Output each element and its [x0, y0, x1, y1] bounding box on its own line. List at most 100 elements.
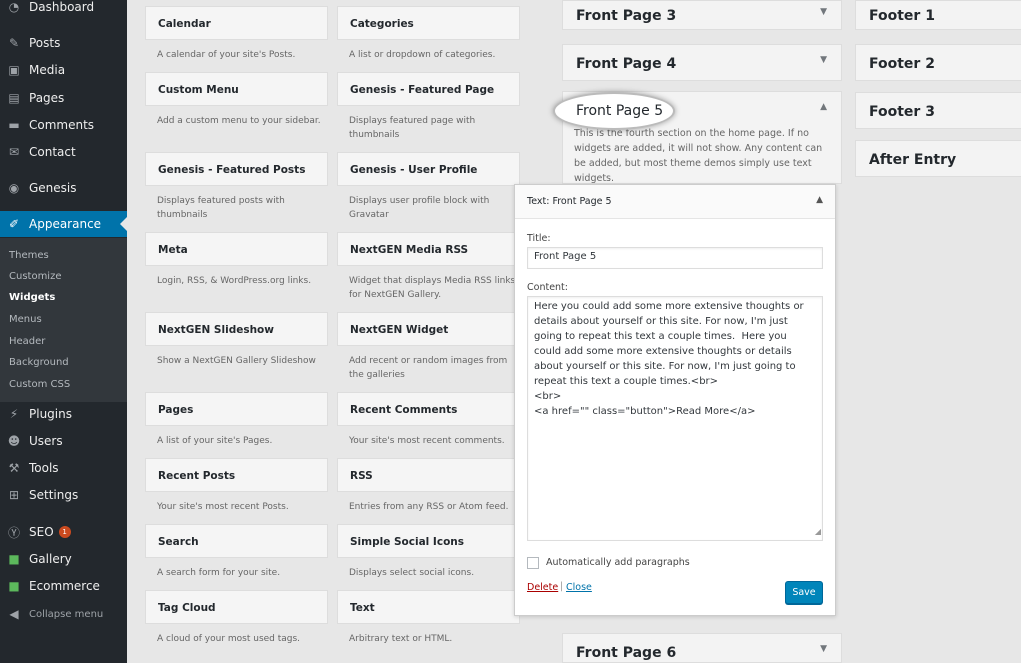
auto-paragraph-checkbox[interactable]	[527, 557, 539, 569]
content-label: Content:	[527, 282, 568, 293]
widget-description: A list or dropdown of categories.	[349, 50, 496, 60]
sidebar-item-appearance[interactable]: ✐ Appearance	[0, 211, 127, 237]
pages-icon: ▤	[8, 91, 20, 105]
widget-description: Displays select social icons.	[349, 568, 475, 578]
widget-description: A search form for your site.	[157, 568, 281, 578]
chevron-down-icon[interactable]: ▼	[820, 55, 827, 65]
widget-categories[interactable]: Categories	[337, 6, 520, 40]
sidebar-item-media[interactable]: ▣ Media	[0, 57, 127, 83]
widget-calendar[interactable]: Calendar	[145, 6, 328, 40]
widget-custom-menu[interactable]: Custom Menu	[145, 72, 328, 106]
resize-grip-icon[interactable]: ◢	[815, 524, 821, 539]
widget-description: Your site's most recent comments.	[349, 436, 505, 446]
delete-link[interactable]: Delete	[527, 582, 558, 593]
widget-nextgen-slideshow[interactable]: NextGEN Slideshow	[145, 312, 328, 346]
sidebar-item-genesis[interactable]: ◉ Genesis	[0, 175, 127, 201]
content-text: Here you could add some more extensive t…	[534, 301, 804, 417]
sidebar-item-users[interactable]: ☻ Users	[0, 428, 127, 454]
content-textarea[interactable]: Here you could add some more extensive t…	[527, 296, 823, 541]
sidebar-item-label: SEO	[29, 525, 54, 539]
widget-genesis-user-profile[interactable]: Genesis - User Profile	[337, 152, 520, 186]
area-title: After Entry	[869, 152, 957, 168]
widget-genesis-featured-posts[interactable]: Genesis - Featured Posts	[145, 152, 328, 186]
widget-pages[interactable]: Pages	[145, 392, 328, 426]
submenu-item-widgets[interactable]: Widgets	[9, 292, 55, 303]
widget-recent-posts[interactable]: Recent Posts	[145, 458, 328, 492]
pin-icon: ✎	[8, 36, 20, 50]
chevron-down-icon[interactable]: ▼	[820, 644, 827, 654]
sidebar-item-label: Dashboard	[29, 0, 95, 14]
sidebar-item-posts[interactable]: ✎ Posts	[0, 30, 127, 56]
widget-nextgen-media-rss[interactable]: NextGEN Media RSS	[337, 232, 520, 266]
sidebar-item-plugins[interactable]: ⚡ Plugins	[0, 401, 127, 427]
close-link[interactable]: Close	[566, 582, 592, 593]
sidebar-item-label: Appearance	[29, 217, 102, 231]
widget-recent-comments[interactable]: Recent Comments	[337, 392, 520, 426]
widget-type: Text:	[527, 196, 550, 207]
sidebar-item-dashboard[interactable]: ◔ Dashboard	[0, 0, 127, 20]
widget-description: Displays user profile block with Gravata…	[349, 196, 490, 220]
submenu-item-header[interactable]: Header	[9, 336, 45, 347]
sidebar-item-label: Users	[29, 434, 63, 448]
widget-description: Add a custom menu to your sidebar.	[157, 116, 321, 126]
callout-text: Front Page 5	[576, 103, 664, 119]
title-input[interactable]: Front Page 5	[527, 247, 823, 269]
link-separator: |	[560, 581, 564, 592]
widget-nextgen-widget[interactable]: NextGEN Widget	[337, 312, 520, 346]
save-button[interactable]: Save	[785, 581, 823, 604]
chevron-up-icon[interactable]: ▲	[820, 102, 827, 112]
widget-description: Displays featured posts with thumbnails	[157, 196, 285, 220]
sidebar-item-label: Gallery	[29, 552, 72, 566]
widget-meta[interactable]: Meta	[145, 232, 328, 266]
area-title: Footer 1	[869, 8, 935, 24]
area-front-page-6[interactable]: Front Page 6 ▼	[562, 633, 842, 663]
highlight-callout: Front Page 5	[553, 92, 675, 130]
collapse-menu-button[interactable]: ◀ Collapse menu	[0, 601, 127, 627]
widget-header[interactable]: Text: Front Page 5 ▲	[515, 185, 835, 219]
sidebar-item-contact[interactable]: ✉ Contact	[0, 139, 127, 165]
widget-description: A list of your site's Pages.	[157, 436, 273, 446]
widget-description: Arbitrary text or HTML.	[349, 634, 453, 644]
sidebar-item-comments[interactable]: ▬ Comments	[0, 112, 127, 138]
area-front-page-4[interactable]: Front Page 4 ▼	[562, 44, 842, 81]
widget-header-title: Text: Front Page 5	[527, 196, 612, 207]
area-after-entry[interactable]: After Entry	[855, 140, 1021, 177]
area-footer-3[interactable]: Footer 3	[855, 92, 1021, 129]
dashboard-icon: ◔	[8, 0, 20, 14]
sidebar-item-label: Posts	[29, 36, 61, 50]
area-footer-2[interactable]: Footer 2	[855, 44, 1021, 81]
widget-description: Add recent or random images from the gal…	[349, 356, 508, 380]
sidebar-item-label: Tools	[29, 461, 59, 475]
widget-search[interactable]: Search	[145, 524, 328, 558]
widget-tag-cloud[interactable]: Tag Cloud	[145, 590, 328, 624]
widget-genesis-featured-page[interactable]: Genesis - Featured Page	[337, 72, 520, 106]
sidebar-item-ecommerce[interactable]: ■ Ecommerce	[0, 573, 127, 599]
widget-text[interactable]: Text	[337, 590, 520, 624]
sidebar-item-label: Settings	[29, 488, 79, 502]
chevron-up-icon[interactable]: ▲	[816, 195, 823, 205]
sidebar-item-pages[interactable]: ▤ Pages	[0, 85, 127, 111]
submenu-item-customize[interactable]: Customize	[9, 271, 62, 282]
submenu-item-custom-css[interactable]: Custom CSS	[9, 379, 70, 390]
sidebar-item-seo[interactable]: Ⓨ SEO 1	[0, 519, 127, 545]
notification-badge: 1	[58, 526, 71, 538]
widget-rss[interactable]: RSS	[337, 458, 520, 492]
submenu-item-background[interactable]: Background	[9, 357, 69, 368]
brush-icon: ✐	[8, 217, 20, 231]
submenu-item-themes[interactable]: Themes	[9, 250, 49, 261]
sidebar-item-label: Ecommerce	[29, 579, 100, 593]
chevron-down-icon[interactable]: ▼	[820, 7, 827, 17]
plug-icon: ⚡	[9, 407, 19, 421]
sidebar-item-gallery[interactable]: ■ Gallery	[0, 546, 127, 572]
area-title: Front Page 3	[576, 8, 677, 24]
mail-icon: ✉	[8, 145, 20, 159]
widget-simple-social-icons[interactable]: Simple Social Icons	[337, 524, 520, 558]
sidebar-item-tools[interactable]: ⚒ Tools	[0, 455, 127, 481]
area-front-page-3[interactable]: Front Page 3 ▼	[562, 0, 842, 30]
widget-description: Login, RSS, & WordPress.org links.	[157, 276, 312, 286]
sidebar-item-settings[interactable]: ⊞ Settings	[0, 482, 127, 508]
widget-description: A cloud of your most used tags.	[157, 634, 301, 644]
submenu-item-menus[interactable]: Menus	[9, 314, 42, 325]
wrench-icon: ⚒	[8, 461, 20, 475]
area-footer-1[interactable]: Footer 1	[855, 0, 1021, 30]
